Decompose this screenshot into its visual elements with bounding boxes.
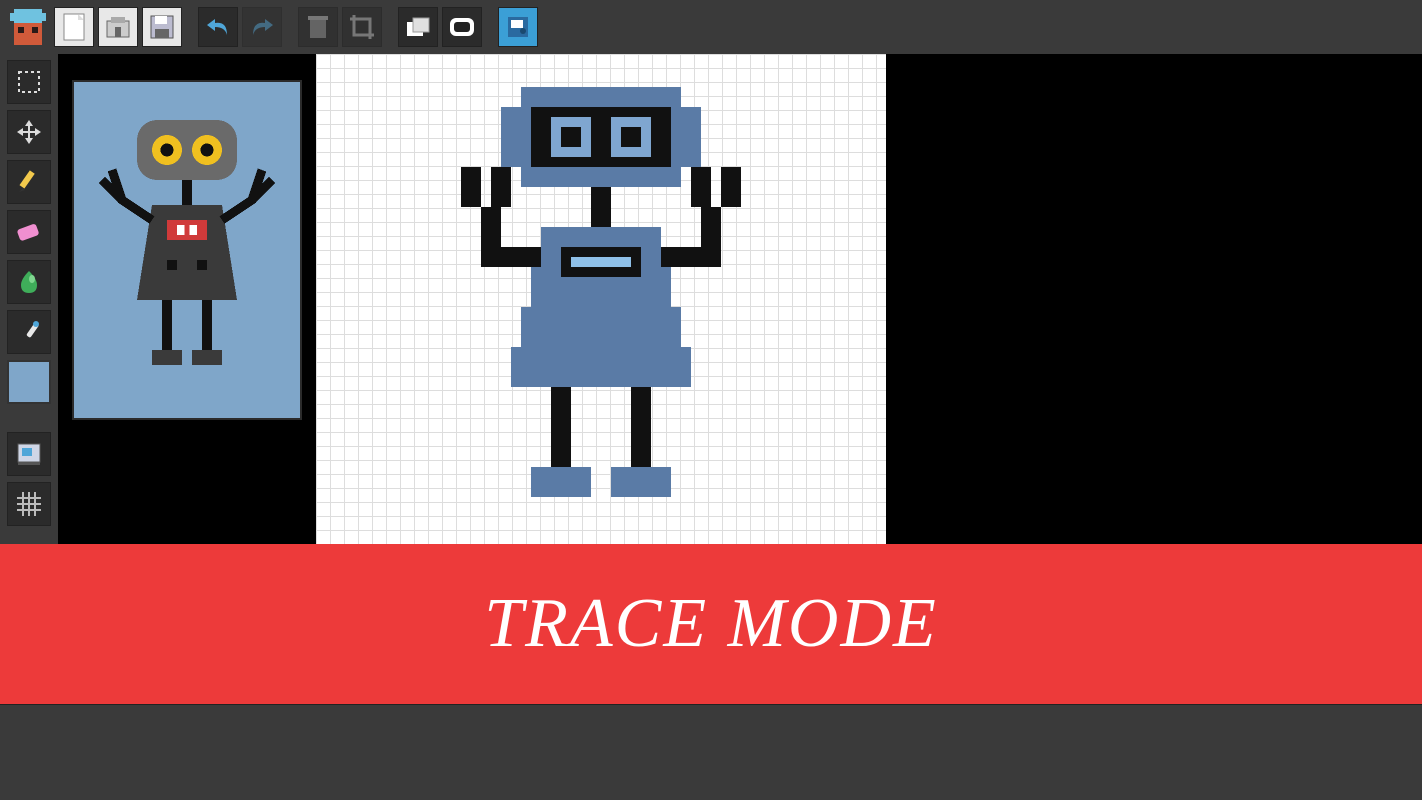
pencil-tool[interactable] [7,160,51,204]
preview-button[interactable] [442,7,482,47]
app-logo[interactable] [6,5,50,49]
redo-button[interactable] [242,7,282,47]
eraser-tool[interactable] [7,210,51,254]
export-tool[interactable] [7,432,51,476]
trace-mode-button[interactable] [498,7,538,47]
mode-banner: TRACE MODE [0,544,1422,704]
eyedropper-tool[interactable] [7,310,51,354]
fill-tool[interactable] [7,260,51,304]
save-file-button[interactable] [142,7,182,47]
delete-button[interactable] [298,7,338,47]
bottom-panel [0,704,1422,800]
crop-button[interactable] [342,7,382,47]
top-toolbar [0,0,1422,54]
workspace [58,54,1422,544]
move-tool[interactable] [7,110,51,154]
grid-toggle[interactable] [7,482,51,526]
tool-sidebar [0,54,58,544]
undo-button[interactable] [198,7,238,47]
layers-button[interactable] [398,7,438,47]
mode-banner-text: TRACE MODE [484,584,938,664]
new-file-button[interactable] [54,7,94,47]
select-tool[interactable] [7,60,51,104]
main-area [0,54,1422,544]
drawing-canvas[interactable] [316,54,886,544]
trace-reference-panel[interactable] [72,80,302,420]
color-swatch[interactable] [7,360,51,404]
open-file-button[interactable] [98,7,138,47]
